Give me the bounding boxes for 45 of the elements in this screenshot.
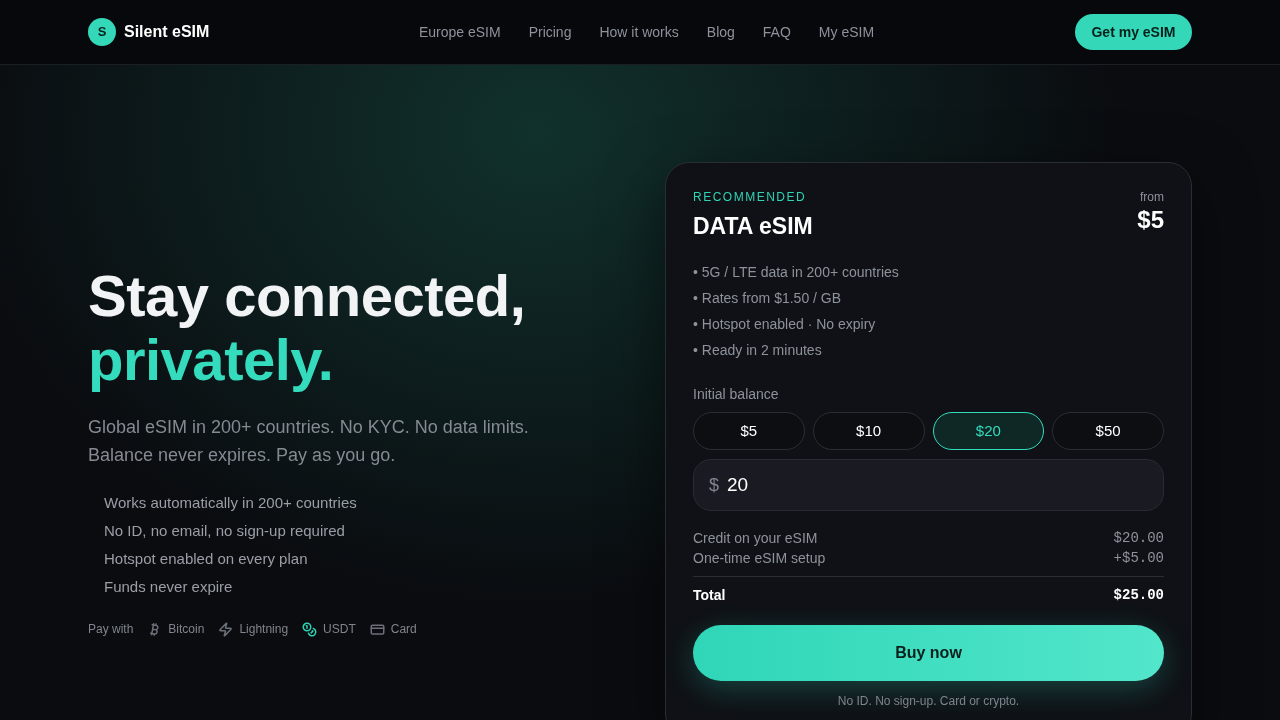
payment-method-label: Lightning <box>239 621 289 638</box>
price-prefix: from <box>1140 189 1164 205</box>
summary-label: One-time eSIM setup <box>693 548 826 568</box>
hero-headline-accent: privately. <box>88 328 334 392</box>
hero-subtitle: Global eSIM in 200+ countries. No KYC. No data limits. Balance never expires. Pay as you go. <box>88 416 530 467</box>
pay-with-label: Pay with <box>88 621 134 638</box>
plan-feature: • Ready in 2 minutes <box>693 341 822 360</box>
feature-item: Hotspot enabled on every plan <box>104 549 308 569</box>
amount-value: 20 <box>727 472 749 497</box>
buy-now-button[interactable]: Buy now <box>693 625 1164 681</box>
logo-mark[interactable]: S <box>88 18 116 46</box>
amount-option[interactable]: $5 <box>693 412 805 450</box>
amount-input[interactable]: $ 20 <box>693 459 1164 511</box>
total-label: Total <box>693 585 726 605</box>
hero-headline: Stay connected, <box>88 264 526 328</box>
payment-method-label: Card <box>390 621 417 638</box>
plan-feature: • Hotspot enabled · No expiry <box>693 315 876 334</box>
initial-balance-label: Initial balance <box>693 385 779 404</box>
currency-symbol: $ <box>709 473 719 497</box>
nav-link[interactable]: Blog <box>706 21 735 43</box>
payment-method-label: Bitcoin <box>168 621 205 638</box>
summary-value: $20.00 <box>1113 528 1164 548</box>
get-esim-button[interactable]: Get my eSIM <box>1075 14 1192 50</box>
plan-feature: • Rates from $1.50 / GB <box>693 289 842 308</box>
recommended-label: RECOMMENDED <box>693 189 807 205</box>
amount-option[interactable]: $10 <box>812 412 925 450</box>
plan-feature: • 5G / LTE data in 200+ countries <box>693 263 899 282</box>
feature-item: Works automatically in 200+ countries <box>104 493 357 513</box>
nav-link[interactable]: Europe eSIM <box>418 21 501 43</box>
amount-option[interactable]: $50 <box>1052 412 1164 450</box>
nav-link[interactable]: FAQ <box>762 21 791 43</box>
nav-link[interactable]: Pricing <box>528 21 572 43</box>
summary-label: Credit on your eSIM <box>693 528 818 548</box>
payment-method-label: USDT <box>323 621 356 638</box>
nav-link[interactable]: How it works <box>599 21 679 43</box>
feature-item: Funds never expire <box>104 577 233 597</box>
nav-link[interactable]: My eSIM <box>818 21 875 43</box>
summary-value: +$5.00 <box>1113 548 1164 568</box>
amount-option[interactable]: $20 <box>932 412 1045 450</box>
brand-name[interactable]: Silent eSIM <box>124 20 210 44</box>
plan-price: $5 <box>1137 205 1164 235</box>
feature-item: No ID, no email, no sign-up required <box>104 521 345 541</box>
total-value: $25.00 <box>1113 585 1164 605</box>
checkout-footnote: No ID. No sign-up. Card or crypto. <box>837 693 1020 709</box>
plan-title: DATA eSIM <box>693 212 813 241</box>
